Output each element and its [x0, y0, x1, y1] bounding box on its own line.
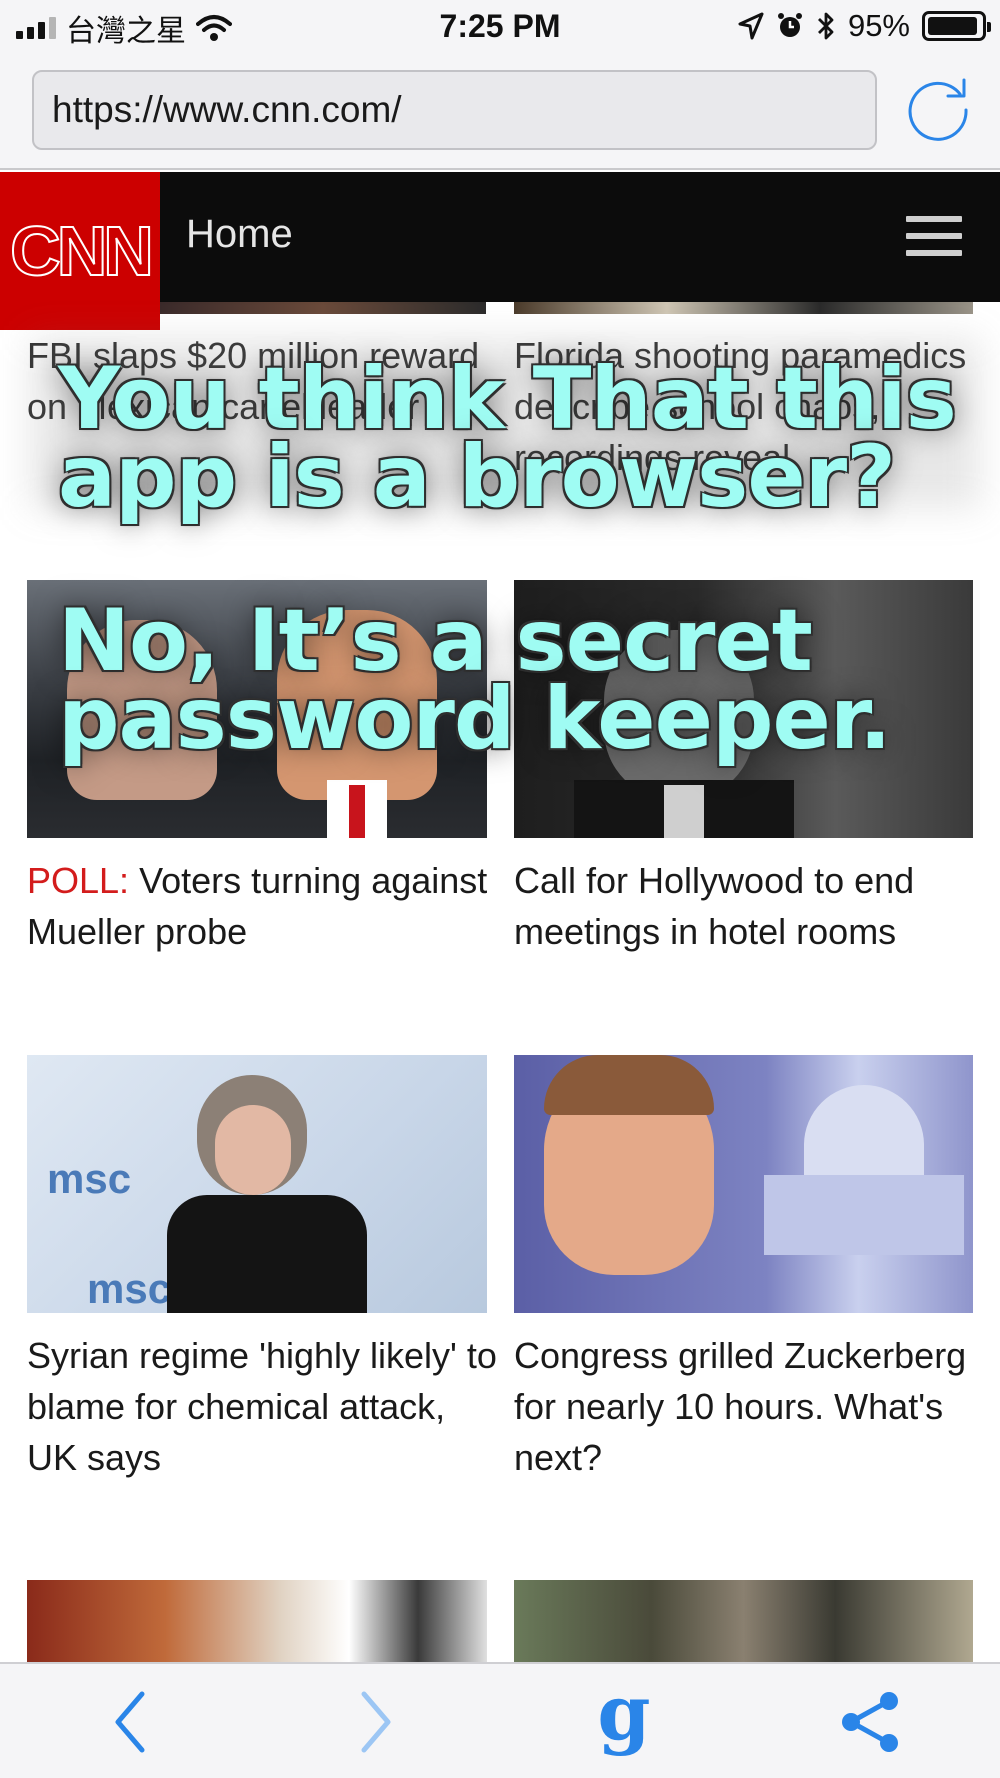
story-title[interactable]: Syrian regime 'highly likely' to blame f… — [27, 1330, 497, 1483]
hamburger-menu-icon[interactable] — [906, 216, 962, 256]
google-g-icon: g — [597, 1668, 651, 1757]
alarm-icon — [777, 13, 802, 37]
location-icon — [738, 12, 764, 40]
overlay-caption-line: password keeper. — [58, 669, 892, 769]
story-title[interactable]: POLL: Voters turning against Mueller pro… — [27, 855, 497, 957]
story-title[interactable]: Congress grilled Zuckerberg for nearly 1… — [514, 1330, 984, 1483]
status-right: 95% — [738, 8, 991, 44]
reload-icon[interactable] — [902, 74, 974, 146]
url-field[interactable]: https://www.cnn.com/ — [32, 70, 877, 150]
battery-icon — [922, 11, 991, 41]
section-title[interactable]: Home — [186, 212, 293, 257]
google-button[interactable]: g — [588, 1675, 660, 1758]
bottom-toolbar: g — [0, 1662, 1000, 1778]
story-image[interactable] — [514, 1055, 973, 1313]
address-bar-area: https://www.cnn.com/ — [0, 56, 1000, 170]
bluetooth-icon — [817, 12, 834, 40]
story-image[interactable]: msc msc — [27, 1055, 487, 1313]
story-image[interactable] — [514, 1580, 973, 1662]
cnn-logo[interactable]: CNN — [0, 172, 160, 330]
chevron-left-icon — [115, 1691, 145, 1753]
story-title[interactable]: Call for Hollywood to end meetings in ho… — [514, 855, 984, 957]
chevron-right-icon — [361, 1691, 391, 1753]
status-bar: 台灣之星 7:25 PM 95% — [0, 0, 1000, 56]
story-image-peek — [514, 302, 973, 314]
story-image-peek — [160, 302, 486, 314]
poll-tag: POLL: — [27, 860, 130, 901]
share-button[interactable] — [834, 1686, 906, 1758]
battery-percent: 95% — [847, 8, 910, 43]
back-button[interactable] — [94, 1686, 166, 1758]
story-image[interactable] — [27, 1580, 487, 1662]
share-icon — [842, 1692, 898, 1752]
forward-button[interactable] — [340, 1686, 412, 1758]
overlay-caption-line: app is a browser? — [58, 427, 896, 527]
